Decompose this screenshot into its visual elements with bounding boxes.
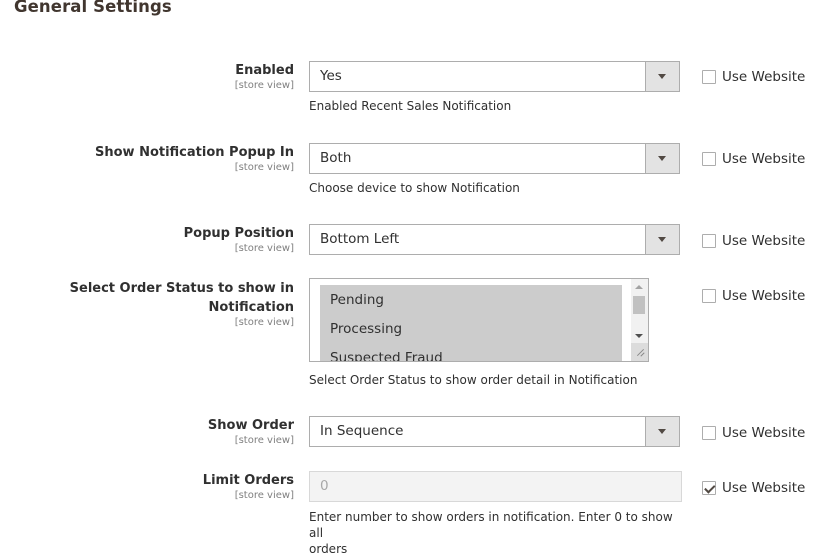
select-value: Bottom Left <box>320 231 400 247</box>
use-website-label: Use Website <box>722 480 806 496</box>
section-title: General Settings <box>14 0 172 16</box>
field-label: Enabled [store view] <box>54 61 294 91</box>
chevron-down-icon <box>658 156 666 161</box>
chevron-down-icon <box>658 429 666 434</box>
label-text-line1: Select Order Status to show in <box>69 281 294 296</box>
field-label: Show Notification Popup In [store view] <box>54 143 294 173</box>
limit-orders-input[interactable]: 0 <box>309 471 682 502</box>
label-text: Show Notification Popup In <box>94 145 294 160</box>
scope-text: [store view] <box>234 435 294 446</box>
field-label: Show Order [store view] <box>54 416 294 446</box>
dropdown-arrow[interactable] <box>645 225 679 254</box>
use-website-label: Use Website <box>722 425 806 441</box>
resize-grip-icon[interactable] <box>631 343 648 361</box>
field-note: Choose device to show Notification <box>309 181 520 195</box>
option-suspected-fraud[interactable]: Suspected Fraud <box>320 344 622 361</box>
scrollbar[interactable] <box>631 279 648 361</box>
field-note: Enter number to show orders in notificat… <box>309 509 679 557</box>
chevron-down-icon <box>658 74 666 79</box>
scope-text: [store view] <box>234 80 294 91</box>
scope-text: [store view] <box>234 243 294 254</box>
use-website-checkbox[interactable] <box>702 152 716 166</box>
order-status-multiselect[interactable]: Pending Processing Suspected Fraud <box>309 278 649 362</box>
use-website-label: Use Website <box>722 288 806 304</box>
use-website-checkbox-checked[interactable] <box>702 481 716 495</box>
option-pending[interactable]: Pending <box>320 286 622 315</box>
use-website-show-order[interactable]: Use Website <box>702 425 805 441</box>
field-note: Enabled Recent Sales Notification <box>309 99 512 113</box>
scroll-up-icon[interactable] <box>635 285 643 289</box>
use-website-popup-position[interactable]: Use Website <box>702 233 805 249</box>
scope-text: [store view] <box>234 490 294 501</box>
label-text: Enabled <box>235 63 294 78</box>
field-label: Popup Position [store view] <box>54 224 294 254</box>
use-website-enabled[interactable]: Use Website <box>702 69 805 85</box>
dropdown-arrow[interactable] <box>645 62 679 91</box>
dropdown-arrow[interactable] <box>645 144 679 173</box>
scope-text: [store view] <box>234 162 294 173</box>
select-value: Yes <box>320 68 342 84</box>
use-website-checkbox[interactable] <box>702 426 716 440</box>
field-label: Select Order Status to show in Notificat… <box>54 279 294 328</box>
field-label: Limit Orders [store view] <box>54 471 294 501</box>
dropdown-arrow[interactable] <box>645 417 679 446</box>
note-line1: Enter number to show orders in notificat… <box>309 510 673 540</box>
label-text: Limit Orders <box>202 473 294 488</box>
use-website-label: Use Website <box>722 151 806 167</box>
enabled-select[interactable]: Yes <box>309 61 680 92</box>
label-text: Show Order <box>207 418 294 433</box>
option-processing[interactable]: Processing <box>320 315 622 344</box>
use-website-label: Use Website <box>722 69 806 85</box>
use-website-checkbox[interactable] <box>702 234 716 248</box>
scope-text: [store view] <box>234 317 294 328</box>
options-list: Pending Processing Suspected Fraud <box>320 285 622 361</box>
show-order-select[interactable]: In Sequence <box>309 416 680 447</box>
popup-device-select[interactable]: Both <box>309 143 680 174</box>
select-value: Both <box>320 150 352 166</box>
input-value: 0 <box>320 478 329 494</box>
use-website-label: Use Website <box>722 233 806 249</box>
popup-position-select[interactable]: Bottom Left <box>309 224 680 255</box>
label-text: Popup Position <box>183 226 294 241</box>
use-website-popup-in[interactable]: Use Website <box>702 151 805 167</box>
use-website-checkbox[interactable] <box>702 70 716 84</box>
scroll-down-icon[interactable] <box>635 334 643 338</box>
chevron-down-icon <box>658 237 666 242</box>
note-line2: orders <box>309 542 348 556</box>
use-website-checkbox[interactable] <box>702 289 716 303</box>
scroll-thumb[interactable] <box>633 296 645 314</box>
label-text-line2: Notification <box>208 300 294 315</box>
field-note: Select Order Status to show order detail… <box>309 373 638 387</box>
use-website-order-status[interactable]: Use Website <box>702 288 805 304</box>
select-value: In Sequence <box>320 423 404 439</box>
use-website-limit-orders[interactable]: Use Website <box>702 480 805 496</box>
